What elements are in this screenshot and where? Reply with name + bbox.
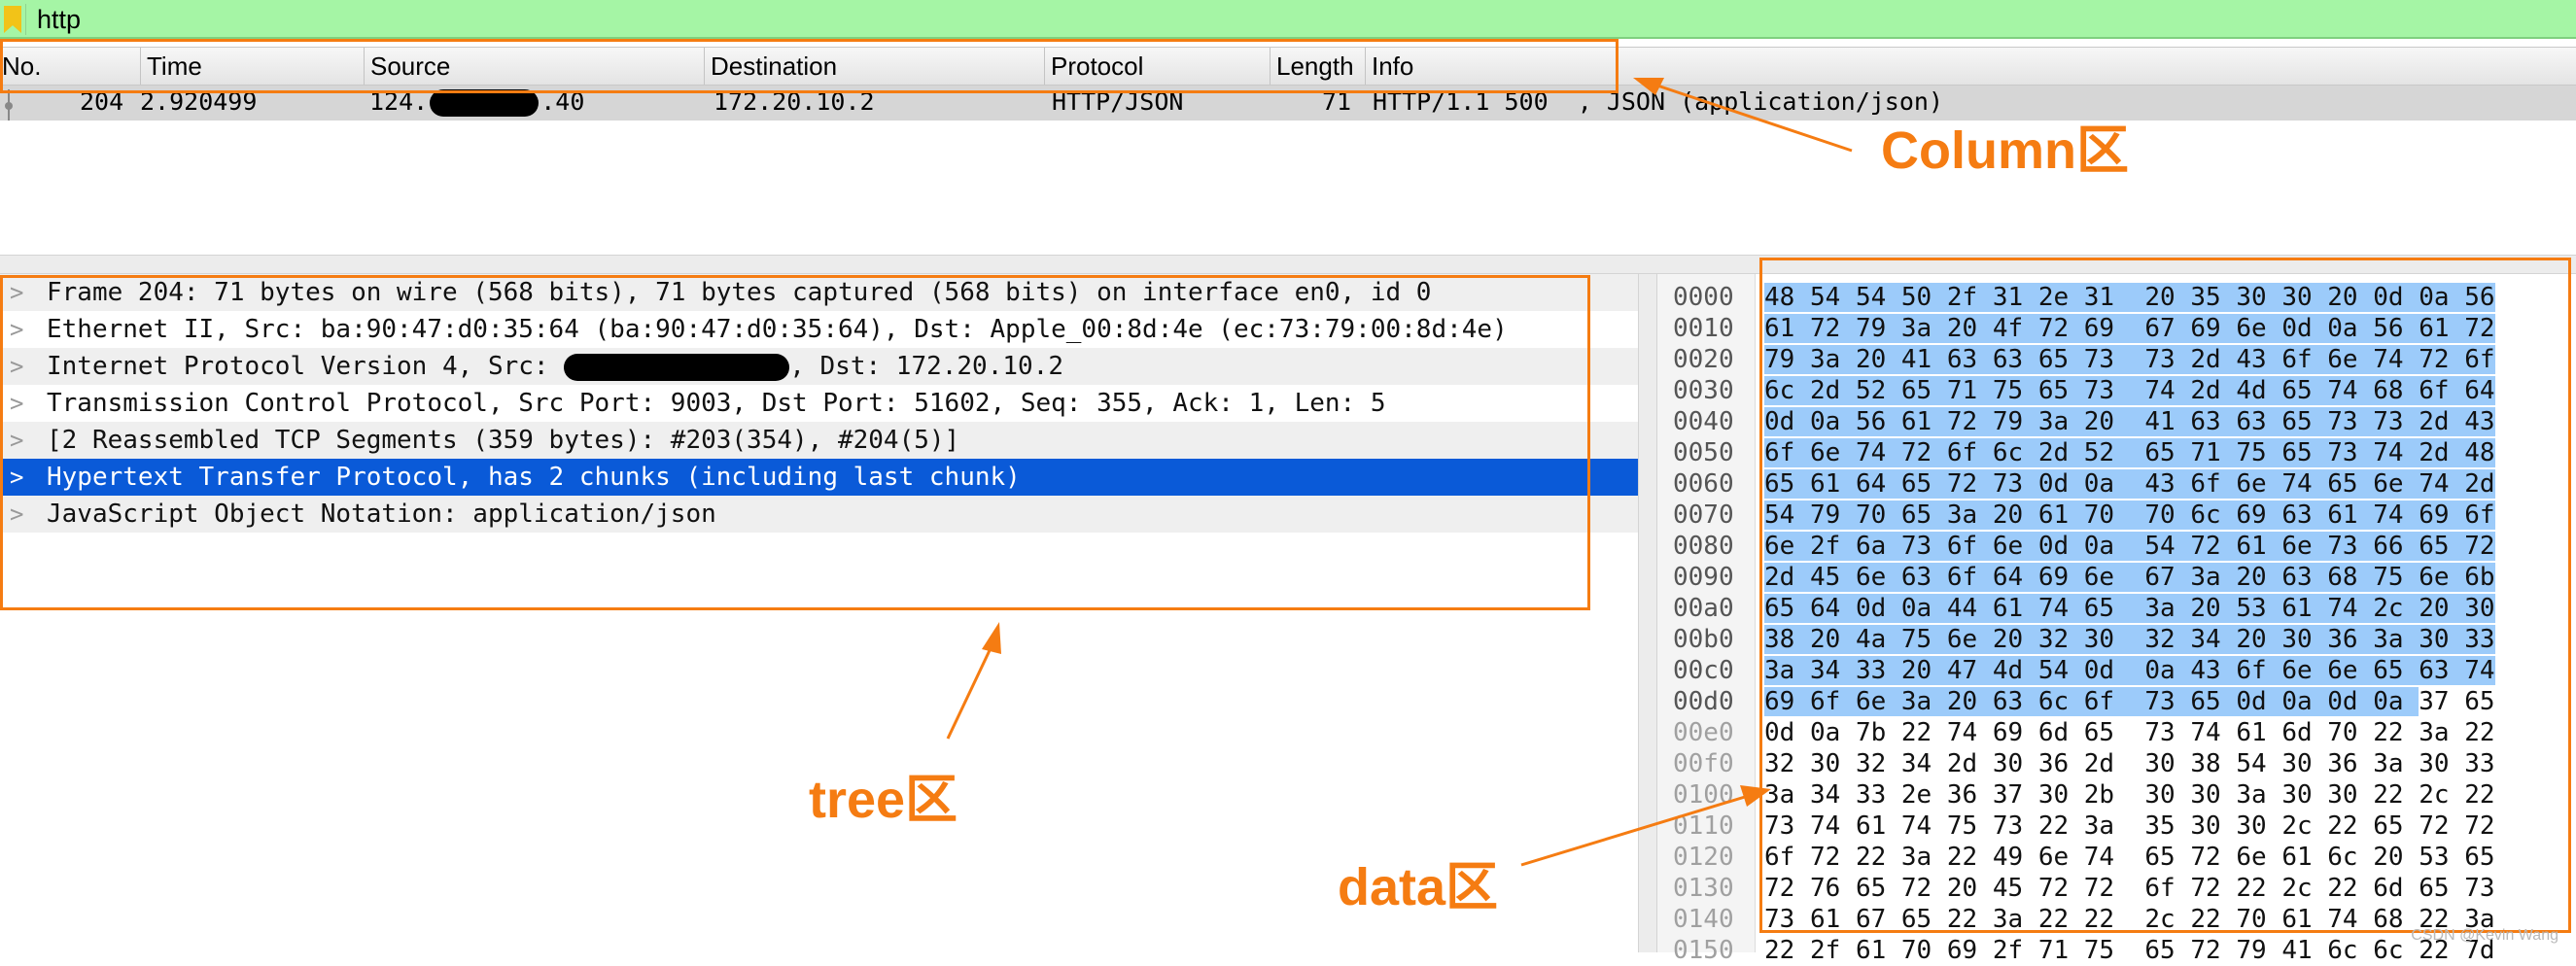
hex-offset: 0140 (1673, 905, 1734, 934)
hex-offset: 00c0 (1673, 656, 1734, 685)
hex-offset: 0040 (1673, 407, 1734, 436)
hex-bytes[interactable]: 0d 0a 7b 22 74 69 6d 65 73 74 61 6d 70 2… (1764, 717, 2495, 748)
column-area-label: Column区 (1881, 121, 2129, 180)
ipv4-label: Internet Protocol Version 4, Src: (47, 352, 565, 381)
packet-protocol: HTTP/JSON (1052, 87, 1184, 116)
redacted-block (430, 89, 540, 117)
pane-splitter-vertical[interactable] (1638, 274, 1657, 952)
tree-area-label: tree区 (809, 771, 958, 829)
hex-offset: 0030 (1673, 376, 1734, 405)
packet-row[interactable]: 204 2.920499 124. .40 172.20.10.2 HTTP/JS… (0, 86, 2576, 121)
hex-bytes[interactable]: 73 61 67 65 22 3a 22 22 2c 22 70 61 74 6… (1764, 904, 2495, 935)
related-packet-dot-icon (5, 102, 13, 110)
expand-chevron-icon[interactable]: > (10, 311, 23, 348)
packet-list: 204 2.920499 124. .40 172.20.10.2 HTTP/JS… (0, 86, 2576, 251)
column-info[interactable]: Info (1365, 48, 2576, 85)
packet-no: 204 (80, 87, 124, 116)
expand-chevron-icon[interactable]: > (10, 274, 23, 311)
expand-chevron-icon[interactable]: > (10, 496, 23, 533)
packet-destination: 172.20.10.2 (714, 87, 875, 116)
tree-item-tcp[interactable]: > Transmission Control Protocol, Src Por… (0, 385, 1638, 422)
column-length[interactable]: Length (1270, 48, 1365, 85)
expand-chevron-icon[interactable]: > (10, 459, 23, 496)
hex-bytes[interactable]: 3a 34 33 20 47 4d 54 0d 0a 43 6f 6e 6e 6… (1764, 655, 2495, 686)
hex-bytes[interactable]: 65 61 64 65 72 73 0d 0a 43 6f 6e 74 65 6… (1764, 468, 2495, 500)
tree-item-ipv4[interactable]: > Internet Protocol Version 4, Src: , Ds… (0, 348, 1638, 385)
hex-offset: 00d0 (1673, 687, 1734, 716)
hex-bytes[interactable]: 38 20 4a 75 6e 20 32 30 32 34 20 30 36 3… (1764, 624, 2495, 655)
packet-time: 2.920499 (140, 87, 258, 116)
tree-item-ethernet[interactable]: > Ethernet II, Src: ba:90:47:d0:35:64 (b… (0, 311, 1638, 348)
column-protocol[interactable]: Protocol (1044, 48, 1270, 85)
expand-chevron-icon[interactable]: > (10, 385, 23, 422)
column-destination[interactable]: Destination (704, 48, 1044, 85)
hex-bytes[interactable]: 69 6f 6e 3a 20 63 6c 6f 73 65 0d 0a 0d 0… (1764, 686, 2495, 717)
packet-list-header: No. Time Source Destination Protocol Len… (0, 47, 2576, 86)
hex-offset: 0020 (1673, 345, 1734, 374)
hex-offset: 0050 (1673, 438, 1734, 467)
packet-length: 71 (1322, 87, 1352, 116)
packet-source: 124. .40 (369, 86, 584, 119)
hex-bytes[interactable]: 61 72 79 3a 20 4f 72 69 67 69 6e 0d 0a 5… (1764, 313, 2495, 344)
pane-splitter-horizontal[interactable] (0, 255, 2576, 274)
hex-offset: 0110 (1673, 811, 1734, 841)
hex-bytes[interactable]: 73 74 61 74 75 73 22 3a 35 30 30 2c 22 6… (1764, 811, 2495, 842)
filter-separator (25, 4, 26, 35)
tree-item-frame[interactable]: > Frame 204: 71 bytes on wire (568 bits)… (0, 274, 1638, 311)
hex-offset: 0060 (1673, 469, 1734, 499)
hex-bytes[interactable]: 6f 72 22 3a 22 49 6e 74 65 72 6e 61 6c 2… (1764, 842, 2495, 873)
hex-offset: 0080 (1673, 532, 1734, 561)
hex-bytes[interactable]: 72 76 65 72 20 45 72 72 6f 72 22 2c 22 6… (1764, 873, 2495, 904)
data-area-label: data区 (1338, 858, 1499, 916)
hex-bytes[interactable]: 6f 6e 74 72 6f 6c 2d 52 65 71 75 65 73 7… (1764, 437, 2495, 468)
column-no[interactable]: No. (0, 48, 140, 85)
hex-bytes[interactable]: 2d 45 6e 63 6f 64 69 6e 67 3a 20 63 68 7… (1764, 562, 2495, 593)
hex-offset: 00f0 (1673, 749, 1734, 778)
hex-offset: 00b0 (1673, 625, 1734, 654)
hex-bytes[interactable]: 6c 2d 52 65 71 75 65 73 74 2d 4d 65 74 6… (1764, 375, 2495, 406)
hex-offset: 0100 (1673, 780, 1734, 810)
hex-offset: 0010 (1673, 314, 1734, 343)
hex-bytes[interactable]: 79 3a 20 41 63 63 65 73 73 2d 43 6f 6e 7… (1764, 344, 2495, 375)
display-filter-bar[interactable]: http (0, 0, 2576, 39)
hex-bytes[interactable]: 6e 2f 6a 73 6f 6e 0d 0a 54 72 61 6e 73 6… (1764, 531, 2495, 562)
bookmark-icon[interactable] (4, 6, 21, 33)
display-filter-input[interactable]: http (37, 5, 81, 34)
hex-bytes[interactable]: 22 2f 61 70 69 2f 71 75 65 72 79 41 6c 6… (1764, 935, 2495, 966)
column-source[interactable]: Source (364, 48, 704, 85)
ipv4-label-after: , Dst: 172.20.10.2 (789, 352, 1063, 381)
packet-bytes-pane: 0000 48 54 54 50 2f 31 2e 31 20 35 30 30 … (1657, 274, 2576, 965)
expand-chevron-icon[interactable]: > (10, 348, 23, 385)
column-time[interactable]: Time (140, 48, 364, 85)
hex-offset: 00a0 (1673, 594, 1734, 623)
source-prefix: 124. (369, 87, 429, 116)
hex-bytes[interactable]: 65 64 0d 0a 44 61 74 65 3a 20 53 61 74 2… (1764, 593, 2495, 624)
tree-item-json[interactable]: > JavaScript Object Notation: applicatio… (0, 496, 1638, 533)
tree-item-http[interactable]: > Hypertext Transfer Protocol, has 2 chu… (0, 459, 1638, 496)
hex-bytes[interactable]: 32 30 32 34 2d 30 36 2d 30 38 54 30 36 3… (1764, 748, 2495, 779)
watermark-text: CSDN @Kevin Wang (2411, 927, 2559, 944)
hex-offset: 00e0 (1673, 718, 1734, 747)
hex-offset: 0070 (1673, 500, 1734, 530)
expand-chevron-icon[interactable]: > (10, 422, 23, 459)
hex-bytes[interactable]: 48 54 54 50 2f 31 2e 31 20 35 30 30 20 0… (1764, 282, 2495, 313)
hex-bytes[interactable]: 0d 0a 56 61 72 79 3a 20 41 63 63 65 73 7… (1764, 406, 2495, 437)
hex-bytes[interactable]: 54 79 70 65 3a 20 61 70 70 6c 69 63 61 7… (1764, 500, 2495, 531)
redacted-block (564, 353, 790, 381)
hex-bytes[interactable]: 3a 34 33 2e 36 37 30 2b 30 30 3a 30 30 2… (1764, 779, 2495, 811)
hex-offset: 0130 (1673, 874, 1734, 903)
source-suffix: .40 (540, 87, 585, 116)
hex-offset: 0120 (1673, 843, 1734, 872)
tree-item-reassembled[interactable]: > [2 Reassembled TCP Segments (359 bytes… (0, 422, 1638, 459)
packet-info: HTTP/1.1 500 , JSON (application/json) (1373, 87, 1943, 116)
hex-offset: 0150 (1673, 936, 1734, 965)
packet-details-tree: > Frame 204: 71 bytes on wire (568 bits)… (0, 274, 1638, 952)
hex-offset: 0000 (1673, 283, 1734, 312)
hex-offset: 0090 (1673, 563, 1734, 592)
